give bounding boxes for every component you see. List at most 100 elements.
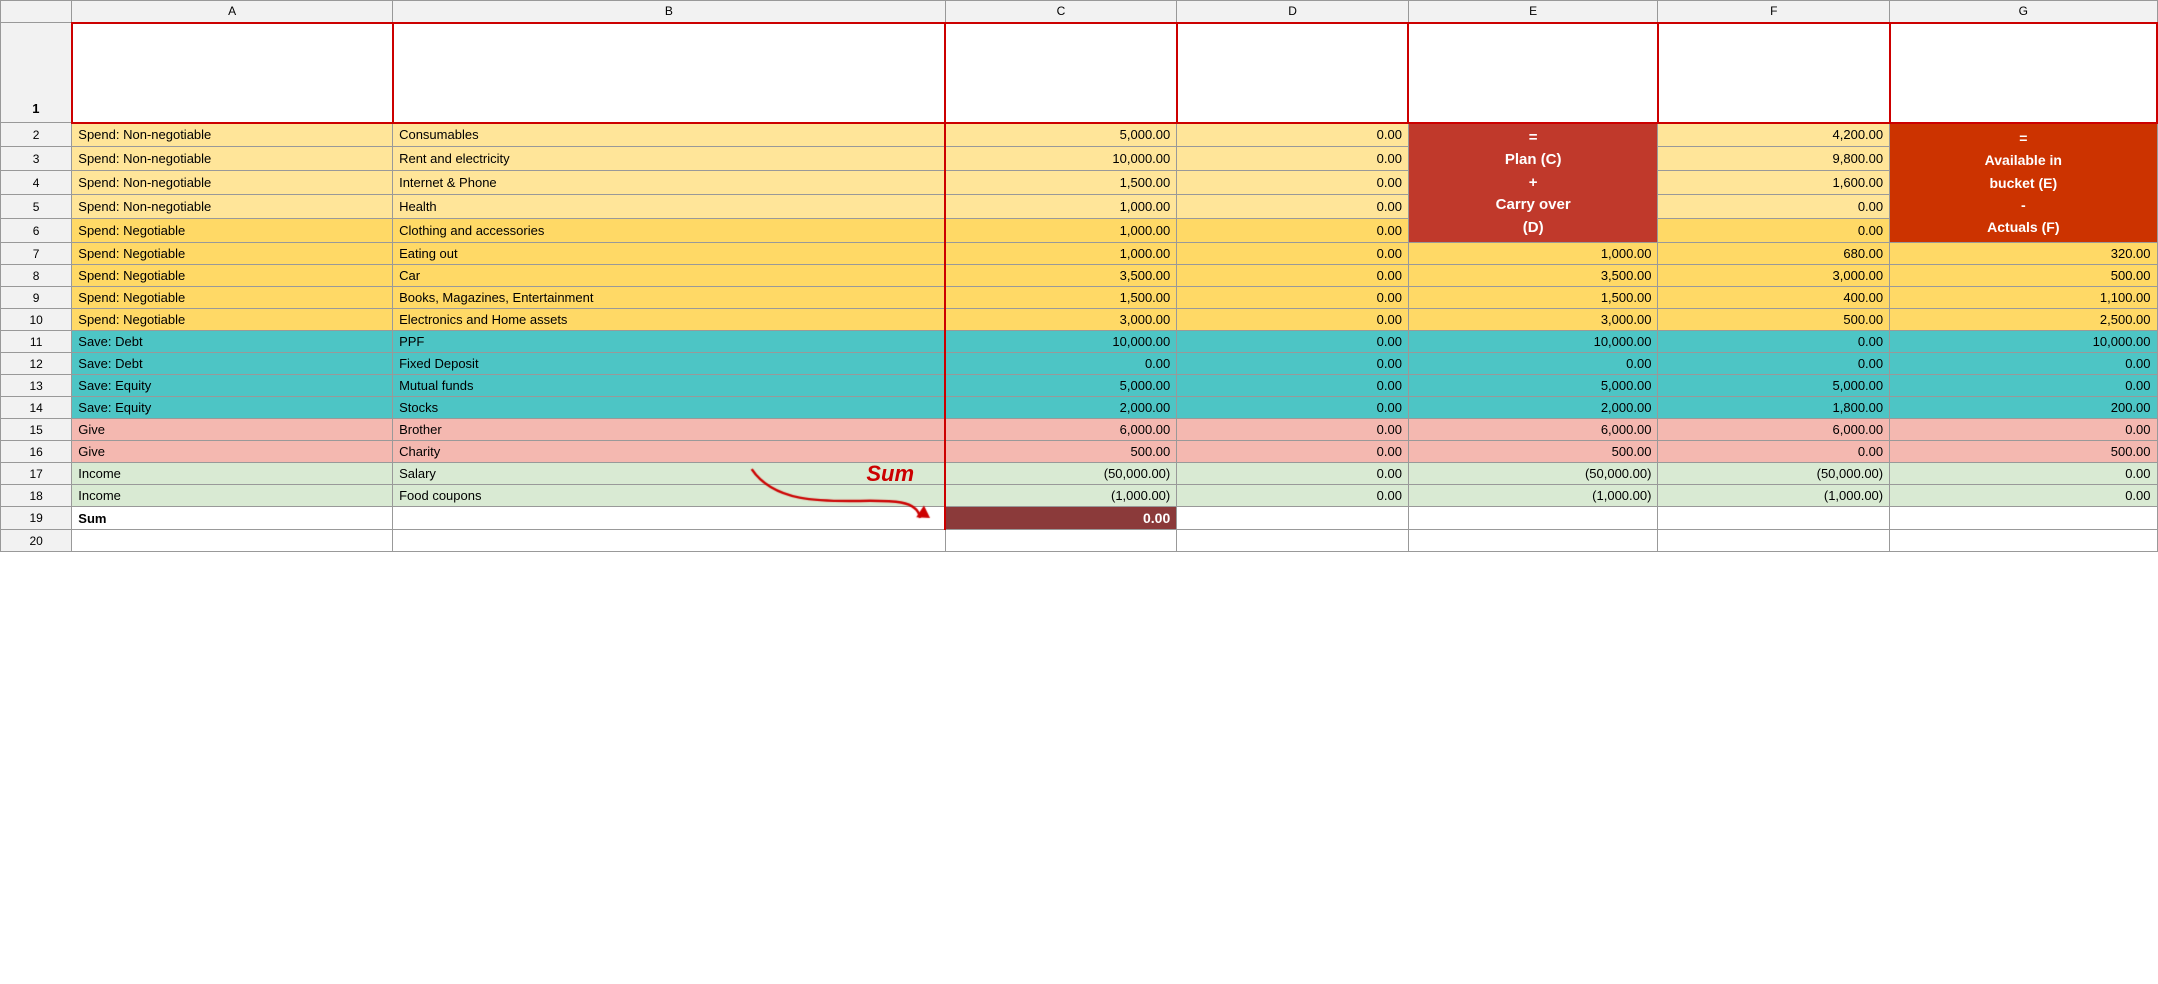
actuals-cell: 0.00 — [1658, 441, 1890, 463]
col-header-d: D — [1177, 1, 1409, 23]
available-cell: 1,000.00 — [1408, 243, 1658, 265]
plan-cell: 2,000.00 — [945, 397, 1177, 419]
carry-forward-cell: 2,500.00 — [1890, 309, 2157, 331]
bucket-class-cell: Spend: Negotiable — [72, 265, 393, 287]
col-header-g: G — [1890, 1, 2157, 23]
bucket-class-cell: Spend: Negotiable — [72, 219, 393, 243]
carry-over-cell: 0.00 — [1177, 375, 1409, 397]
carry-forward-cell — [1890, 507, 2157, 530]
plan-cell: 500.00 — [945, 441, 1177, 463]
plan-cell: 5,000.00 — [945, 375, 1177, 397]
bucket-class-cell: Sum — [72, 507, 393, 530]
header-row: 1 — [1, 23, 2158, 123]
bucket-class-cell: Give — [72, 419, 393, 441]
bucket-label: Salary — [399, 466, 436, 481]
carry-over-cell: 0.00 — [1177, 123, 1409, 147]
table-row: 13Save: EquityMutual funds5,000.000.005,… — [1, 375, 2158, 397]
available-header — [1408, 23, 1658, 123]
plan-cell: 6,000.00 — [945, 419, 1177, 441]
row-num-12: 12 — [1, 353, 72, 375]
bucket-cell: Salary Sum — [393, 463, 945, 485]
table-row: 8Spend: NegotiableCar3,500.000.003,500.0… — [1, 265, 2158, 287]
plan-header — [945, 23, 1177, 123]
plan-cell: 0.00 — [945, 353, 1177, 375]
bucket-cell: Electronics and Home assets — [393, 309, 945, 331]
carry-over-cell: 0.00 — [1177, 265, 1409, 287]
carry-forward-cell: 0.00 — [1890, 463, 2157, 485]
carry-over-cell: 0.00 — [1177, 353, 1409, 375]
actuals-cell: 400.00 — [1658, 287, 1890, 309]
plan-cell: 10,000.00 — [945, 331, 1177, 353]
carry-forward-cell: 0.00 — [1890, 353, 2157, 375]
bucket-header — [393, 23, 945, 123]
carry-over-cell: 0.00 — [1177, 485, 1409, 507]
row-num-11: 11 — [1, 331, 72, 353]
carry-over-cell: 0.00 — [1177, 147, 1409, 171]
carry-over-cell: 0.00 — [1177, 195, 1409, 219]
table-row: 14Save: EquityStocks2,000.000.002,000.00… — [1, 397, 2158, 419]
col-header-e: E — [1408, 1, 1658, 23]
bucket-cell: Consumables — [393, 123, 945, 147]
actuals-cell: 0.00 — [1658, 219, 1890, 243]
carry-over-cell — [1177, 507, 1409, 530]
available-cell: (1,000.00) — [1408, 485, 1658, 507]
actuals-cell: 0.00 — [1658, 353, 1890, 375]
actuals-cell: 0.00 — [1658, 195, 1890, 219]
bucket-class-cell: Spend: Non-negotiable — [72, 195, 393, 219]
actuals-cell: 1,800.00 — [1658, 397, 1890, 419]
carry-forward-cell: 200.00 — [1890, 397, 2157, 419]
plan-cell: 1,500.00 — [945, 287, 1177, 309]
carry-forward-cell: 0.00 — [1890, 419, 2157, 441]
table-row: 9Spend: NegotiableBooks, Magazines, Ente… — [1, 287, 2158, 309]
row-num-4: 4 — [1, 171, 72, 195]
bucket-cell: Books, Magazines, Entertainment — [393, 287, 945, 309]
carry-over-header — [1177, 23, 1409, 123]
actuals-cell: 500.00 — [1658, 309, 1890, 331]
bucket-cell: Brother — [393, 419, 945, 441]
table-row: 4Spend: Non-negotiableInternet & Phone1,… — [1, 171, 2158, 195]
empty-row: 20 — [1, 530, 2158, 552]
actuals-cell — [1658, 507, 1890, 530]
table-row: 19Sum0.00 — [1, 507, 2158, 530]
actuals-cell: 1,600.00 — [1658, 171, 1890, 195]
carry-over-cell: 0.00 — [1177, 419, 1409, 441]
bucket-cell: Health — [393, 195, 945, 219]
bucket-class-cell: Spend: Non-negotiable — [72, 123, 393, 147]
available-cell: 6,000.00 — [1408, 419, 1658, 441]
table-row: 5Spend: Non-negotiableHealth1,000.000.00… — [1, 195, 2158, 219]
bucket-class-cell: Spend: Non-negotiable — [72, 147, 393, 171]
row-num-15: 15 — [1, 419, 72, 441]
actuals-cell: 3,000.00 — [1658, 265, 1890, 287]
carry-over-cell: 0.00 — [1177, 171, 1409, 195]
bucket-cell: Fixed Deposit — [393, 353, 945, 375]
bucket-cell: Charity — [393, 441, 945, 463]
row-num-9: 9 — [1, 287, 72, 309]
actuals-header — [1658, 23, 1890, 123]
bucket-class-header — [72, 23, 393, 123]
available-cell: 3,000.00 — [1408, 309, 1658, 331]
row-num-18: 18 — [1, 485, 72, 507]
table-row: 7Spend: NegotiableEating out1,000.000.00… — [1, 243, 2158, 265]
row-num-2: 2 — [1, 123, 72, 147]
carry-over-cell: 0.00 — [1177, 219, 1409, 243]
carry-over-cell: 0.00 — [1177, 287, 1409, 309]
carry-over-cell: 0.00 — [1177, 397, 1409, 419]
carry-over-cell: 0.00 — [1177, 463, 1409, 485]
available-cell: 2,000.00 — [1408, 397, 1658, 419]
col-header-f: F — [1658, 1, 1890, 23]
carry-forward-cell: =Available inbucket (E)-Actuals (F) — [1890, 123, 2157, 243]
carry-forward-cell: 0.00 — [1890, 375, 2157, 397]
col-header-c: C — [945, 1, 1177, 23]
bucket-class-cell: Income — [72, 463, 393, 485]
tooltip-g-text: =Available inbucket (E)-Actuals (F) — [1985, 130, 2062, 236]
carry-over-cell: 0.00 — [1177, 331, 1409, 353]
actuals-cell: 0.00 — [1658, 331, 1890, 353]
table-row: 18IncomeFood coupons(1,000.00)0.00(1,000… — [1, 485, 2158, 507]
available-cell: 500.00 — [1408, 441, 1658, 463]
carry-over-cell: 0.00 — [1177, 441, 1409, 463]
plan-cell: 10,000.00 — [945, 147, 1177, 171]
bucket-cell: Stocks — [393, 397, 945, 419]
carry-forward-cell: 320.00 — [1890, 243, 2157, 265]
bucket-class-cell: Save: Equity — [72, 375, 393, 397]
col-header-b: B — [393, 1, 945, 23]
